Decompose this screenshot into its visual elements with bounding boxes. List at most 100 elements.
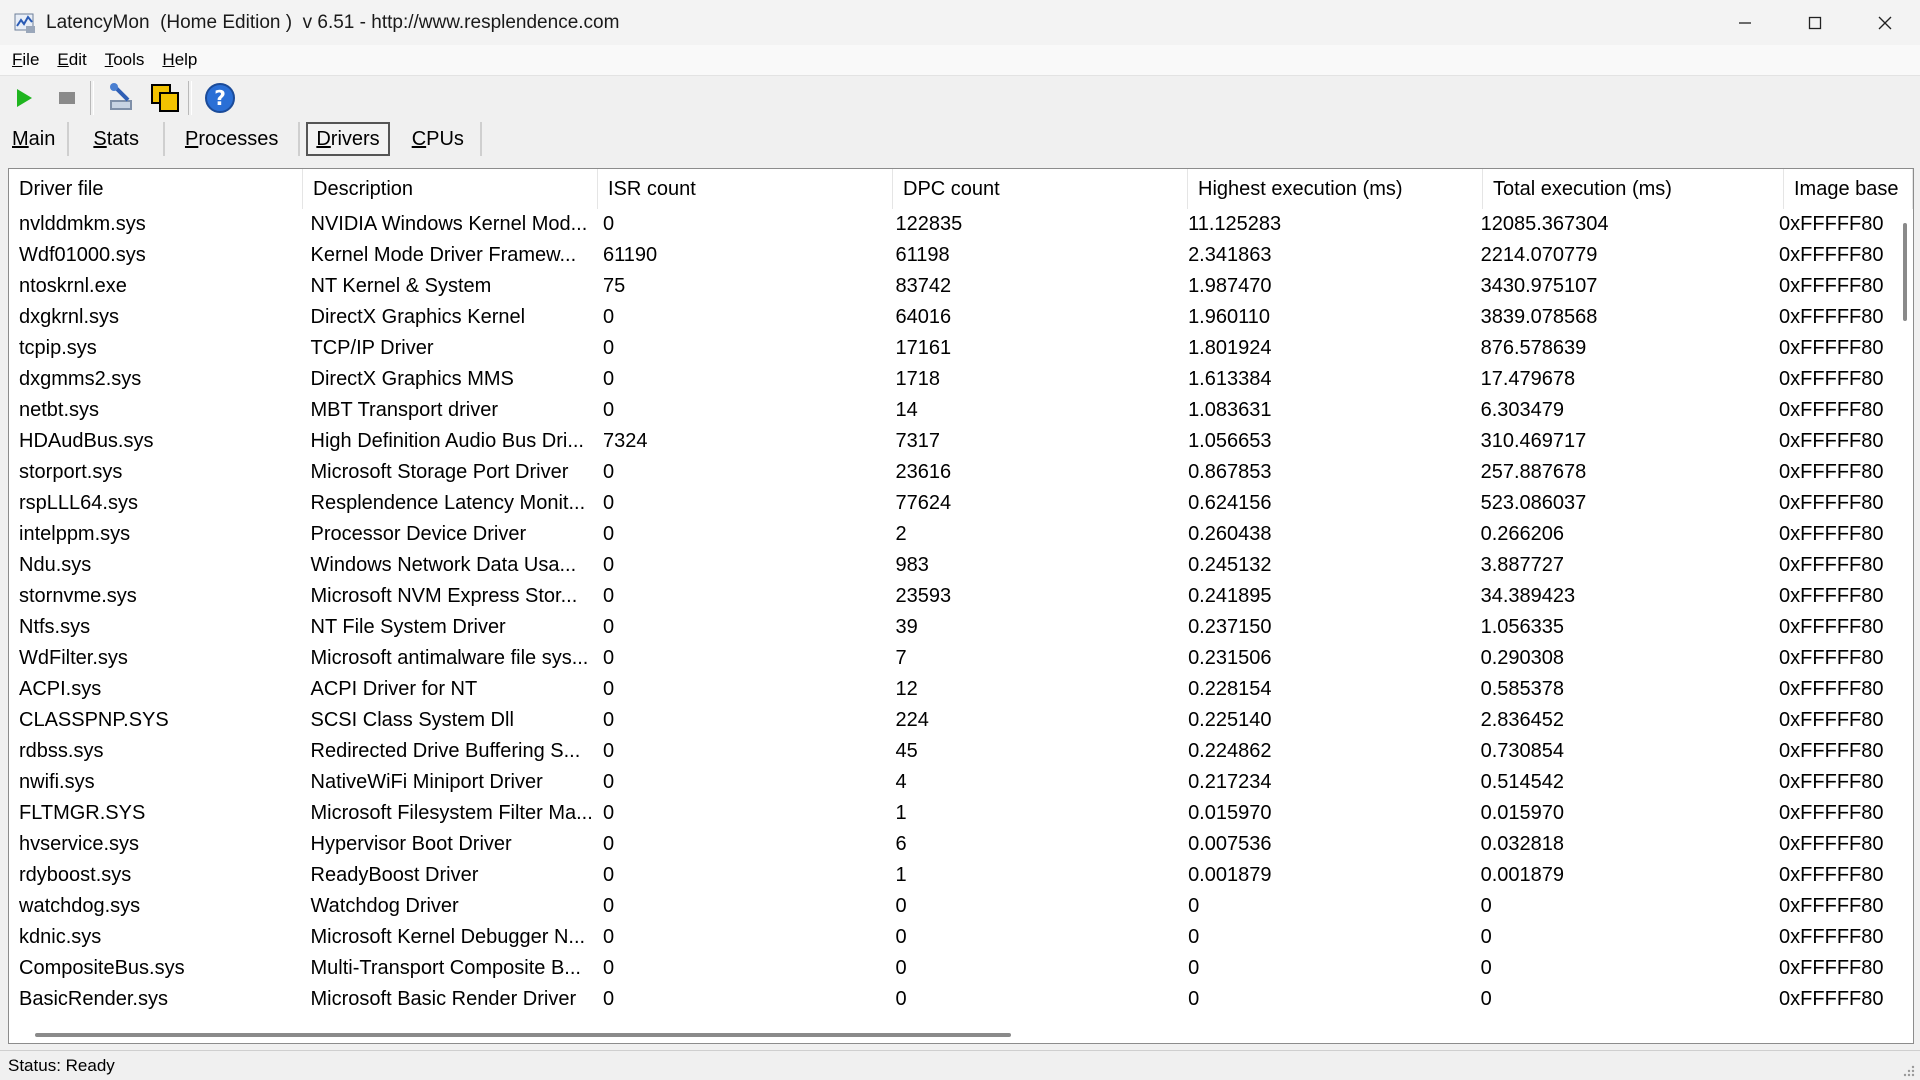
table-row[interactable]: ACPI.sys ACPI Driver for NT 0 12 0.228154 0.5…: [9, 674, 1897, 705]
minimize-button[interactable]: [1710, 0, 1780, 45]
horizontal-scroll-thumb[interactable]: [35, 1033, 1011, 1037]
table-row[interactable]: intelppm.sys Processor Device Driver 0 2 0.2…: [9, 519, 1897, 550]
cell-isr-count: 0: [603, 213, 615, 235]
table-row[interactable]: storport.sys Microsoft Storage Port Drive…: [9, 457, 1897, 488]
column-header-total-execution[interactable]: Total execution (ms): [1483, 169, 1784, 209]
cell-description: MBT Transport driver: [310, 399, 498, 421]
cell-image-base: 0xFFFFF80: [1779, 585, 1884, 607]
cell-total-execution: 0: [1480, 957, 1492, 979]
column-header-description[interactable]: Description: [303, 169, 598, 209]
table-row[interactable]: nwifi.sys NativeWiFi Miniport Driver 0 4 0.2…: [9, 767, 1897, 798]
cell-image-base: 0xFFFFF80: [1779, 709, 1884, 731]
table-row[interactable]: stornvme.sys Microsoft NVM Express Stor..…: [9, 581, 1897, 612]
cell-image-base: 0xFFFFF80: [1779, 740, 1884, 762]
column-header-dpc-count[interactable]: DPC count: [893, 169, 1188, 209]
table-row[interactable]: Ntfs.sys NT File System Driver 0 39 0.237150…: [9, 612, 1897, 643]
table-row[interactable]: dxgmms2.sys DirectX Graphics MMS 0 1718 1.61…: [9, 364, 1897, 395]
tab-stats[interactable]: Stats: [69, 122, 165, 156]
tab-main[interactable]: Main: [0, 122, 70, 156]
tab-processes[interactable]: Processes: [165, 122, 301, 156]
column-header-isr-count[interactable]: ISR count: [598, 169, 893, 209]
cell-total-execution: 0.266206: [1480, 523, 1564, 545]
close-button[interactable]: [1850, 0, 1920, 45]
cell-description: DirectX Graphics Kernel: [310, 306, 526, 328]
cell-highest-execution: 0.241895: [1188, 585, 1272, 607]
cell-image-base: 0xFFFFF80: [1779, 988, 1884, 1010]
table-row[interactable]: netbt.sys MBT Transport driver 0 14 1.083631…: [9, 395, 1897, 426]
cell-driver-file: rdyboost.sys: [19, 864, 132, 886]
help-button[interactable]: ?: [201, 79, 239, 117]
table-row[interactable]: Wdf01000.sys Kernel Mode Driver Framew...…: [9, 240, 1897, 271]
table-header: Driver file Description ISR count DPC co…: [9, 169, 1913, 209]
cell-image-base: 0xFFFFF80: [1779, 616, 1884, 638]
cell-image-base: 0xFFFFF80: [1779, 275, 1884, 297]
copy-window-button[interactable]: [146, 79, 184, 117]
cell-description: High Definition Audio Bus Dri...: [310, 430, 584, 452]
column-header-driver-file[interactable]: Driver file: [9, 169, 303, 209]
cell-isr-count: 0: [603, 399, 615, 421]
cell-driver-file: stornvme.sys: [19, 585, 137, 607]
cell-driver-file: Ndu.sys: [19, 554, 92, 576]
cell-image-base: 0xFFFFF80: [1779, 957, 1884, 979]
vertical-scroll-thumb[interactable]: [1903, 223, 1907, 321]
column-header-image-base[interactable]: Image base: [1784, 169, 1913, 209]
tools-button[interactable]: [103, 79, 141, 117]
table-row[interactable]: CLASSPNP.SYS SCSI Class System Dll 0 224 0.2…: [9, 705, 1897, 736]
cell-dpc-count: 1718: [895, 368, 941, 390]
cell-highest-execution: 0.237150: [1188, 616, 1272, 638]
maximize-icon: [1808, 16, 1822, 29]
cell-isr-count: 0: [603, 957, 615, 979]
table-row[interactable]: HDAudBus.sys High Definition Audio Bus Dr…: [9, 426, 1897, 457]
cell-description: Watchdog Driver: [310, 895, 459, 917]
table-row[interactable]: Ndu.sys Windows Network Data Usa... 0 983 0.…: [9, 550, 1897, 581]
close-icon: [1878, 16, 1892, 29]
cell-driver-file: BasicRender.sys: [19, 988, 168, 1010]
menu-file[interactable]: File: [10, 48, 41, 72]
tab-cpus[interactable]: C PUs: [396, 122, 482, 156]
cell-total-execution: 0.032818: [1480, 833, 1564, 855]
cell-dpc-count: 6: [895, 833, 907, 855]
cell-total-execution: 2.836452: [1480, 709, 1564, 731]
cell-highest-execution: 1.083631: [1188, 399, 1272, 421]
cell-description: Microsoft antimalware file sys...: [310, 647, 589, 669]
cell-driver-file: CLASSPNP.SYS: [19, 709, 169, 731]
menu-tools[interactable]: Tools: [103, 48, 147, 72]
table-row[interactable]: WdFilter.sys Microsoft antimalware file s…: [9, 643, 1897, 674]
cell-highest-execution: 11.125283: [1188, 213, 1282, 235]
cell-dpc-count: 122835: [895, 213, 963, 235]
resize-grip-icon[interactable]: [1900, 1062, 1916, 1078]
horizontal-scrollbar[interactable]: [9, 1027, 1897, 1043]
table-row[interactable]: CompositeBus.sys Multi-Transport Composit…: [9, 953, 1897, 984]
cell-description: Kernel Mode Driver Framew...: [310, 244, 577, 266]
cell-description: NVIDIA Windows Kernel Mod...: [310, 213, 588, 235]
table-row[interactable]: tcpip.sys TCP/IP Driver 0 17161 1.801924 876.…: [9, 333, 1897, 364]
table-row[interactable]: rdyboost.sys ReadyBoost Driver 0 1 0.001879 0…: [9, 860, 1897, 891]
table-row[interactable]: nvlddmkm.sys NVIDIA Windows Kernel Mod...…: [9, 209, 1897, 240]
table-row[interactable]: rspLLL64.sys Resplendence Latency Monit..…: [9, 488, 1897, 519]
start-button[interactable]: [5, 79, 43, 117]
vertical-scrollbar[interactable]: [1897, 209, 1913, 1029]
table-row[interactable]: rdbss.sys Redirected Drive Buffering S...…: [9, 736, 1897, 767]
cell-isr-count: 0: [603, 678, 615, 700]
tab-drivers[interactable]: Drivers: [306, 122, 390, 156]
tools-icon: [110, 83, 132, 110]
table-row[interactable]: dxgkrnl.sys DirectX Graphics Kernel 0 64016…: [9, 302, 1897, 333]
play-icon: [17, 89, 32, 107]
maximize-button[interactable]: [1780, 0, 1850, 45]
table-row[interactable]: BasicRender.sys Microsoft Basic Render Dr…: [9, 984, 1897, 1015]
table-row[interactable]: FLTMGR.SYS Microsoft Filesystem Filter Ma…: [9, 798, 1897, 829]
table-row[interactable]: ntoskrnl.exe NT Kernel & System 75 83742 1.9…: [9, 271, 1897, 302]
menu-help[interactable]: Help: [160, 48, 199, 72]
cell-dpc-count: 12: [895, 678, 918, 700]
column-header-highest-execution[interactable]: Highest execution (ms): [1188, 169, 1483, 209]
table-row[interactable]: kdnic.sys Microsoft Kernel Debugger N... 0…: [9, 922, 1897, 953]
table-row[interactable]: hvservice.sys Hypervisor Boot Driver 0 6 0.0…: [9, 829, 1897, 860]
cell-driver-file: hvservice.sys: [19, 833, 140, 855]
cell-isr-count: 0: [603, 709, 615, 731]
menu-edit[interactable]: Edit: [55, 48, 88, 72]
stop-button[interactable]: [48, 79, 86, 117]
toolbar-separator: [90, 81, 94, 115]
cell-total-execution: 6.303479: [1480, 399, 1564, 421]
table-row[interactable]: watchdog.sys Watchdog Driver 0 0 0 0 0xFFFFF80: [9, 891, 1897, 922]
cell-dpc-count: 23616: [895, 461, 952, 483]
